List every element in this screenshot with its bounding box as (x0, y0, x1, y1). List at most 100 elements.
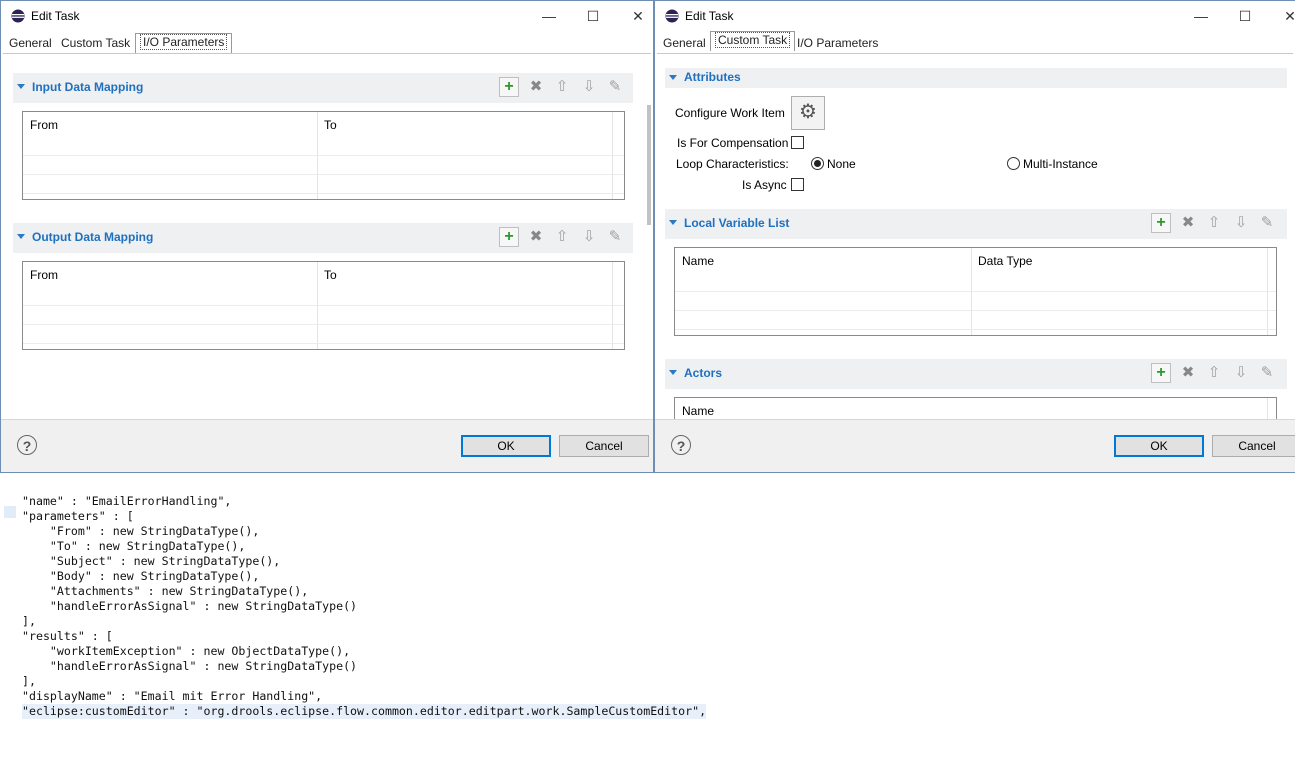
tab-custom-task[interactable]: Custom Task (57, 35, 134, 52)
code-line: "results" : [ (22, 629, 113, 643)
move-down-icon[interactable]: ⇩ (1231, 213, 1251, 233)
vertical-scrollbar[interactable] (647, 105, 651, 225)
code-snippet[interactable]: "name" : "EmailErrorHandling", "parameter… (22, 494, 707, 719)
move-up-icon[interactable]: ⇧ (552, 77, 572, 97)
line-marker (4, 506, 16, 518)
output-mapping-table[interactable]: From To (22, 261, 625, 350)
collapse-icon[interactable] (17, 234, 25, 239)
collapse-icon[interactable] (669, 220, 677, 225)
input-data-mapping-header[interactable]: Input Data Mapping + ✖ ⇧ ⇩ ✎ (13, 73, 633, 103)
cancel-button[interactable]: Cancel (1212, 435, 1295, 457)
output-data-mapping-section: Output Data Mapping + ✖ ⇧ ⇩ ✎ From To (13, 223, 633, 353)
tab-io-parameters[interactable]: I/O Parameters (793, 35, 882, 52)
add-icon[interactable]: + (1151, 363, 1171, 383)
move-up-icon[interactable]: ⇧ (1204, 363, 1224, 383)
tab-custom-task-label: Custom Task (715, 32, 791, 48)
code-line: ], (22, 614, 36, 628)
actors-section: Actors + ✖ ⇧ ⇩ ✎ Name (665, 359, 1287, 420)
tab-custom-task[interactable]: Custom Task (710, 31, 796, 51)
collapse-icon[interactable] (669, 370, 677, 375)
add-icon[interactable]: + (499, 227, 519, 247)
gears-icon[interactable]: ⚙ (791, 96, 825, 130)
column-header-data-type[interactable]: Data Type (978, 254, 1032, 268)
code-line: "From" : new StringDataType(), (22, 524, 260, 538)
section-title: Actors (684, 366, 723, 380)
remove-icon[interactable]: ✖ (526, 227, 546, 247)
edit-task-dialog-right: Edit Task — ☐ ✕ General Custom Task I/O … (654, 0, 1295, 473)
input-mapping-table[interactable]: From To (22, 111, 625, 200)
attributes-section: Attributes Configure Work Item ⚙ Is For … (665, 68, 1287, 208)
column-header-name[interactable]: Name (682, 254, 714, 268)
configure-work-item-label: Configure Work Item (675, 106, 785, 120)
column-header-to[interactable]: To (324, 118, 337, 132)
remove-icon[interactable]: ✖ (1178, 213, 1198, 233)
tab-general[interactable]: General (5, 35, 56, 52)
is-async-checkbox[interactable] (791, 178, 804, 191)
edit-icon[interactable]: ✎ (1257, 363, 1277, 383)
column-header-name[interactable]: Name (682, 404, 714, 418)
is-async-label: Is Async (742, 178, 787, 192)
cancel-button[interactable]: Cancel (559, 435, 649, 457)
loop-multi-instance-radio[interactable] (1007, 157, 1020, 170)
move-up-icon[interactable]: ⇧ (552, 227, 572, 247)
attributes-header[interactable]: Attributes (665, 68, 1287, 88)
maximize-button[interactable]: ☐ (1230, 5, 1260, 27)
ok-button[interactable]: OK (1114, 435, 1204, 457)
edit-icon[interactable]: ✎ (605, 77, 625, 97)
move-up-icon[interactable]: ⇧ (1204, 213, 1224, 233)
move-down-icon[interactable]: ⇩ (1231, 363, 1251, 383)
edit-icon[interactable]: ✎ (1257, 213, 1277, 233)
tab-io-parameters-label: I/O Parameters (140, 34, 228, 50)
input-data-mapping-section: Input Data Mapping + ✖ ⇧ ⇩ ✎ From To (13, 73, 633, 203)
code-line: "displayName" : "Email mit Error Handlin… (22, 689, 323, 703)
add-icon[interactable]: + (499, 77, 519, 97)
button-bar: ? OK Cancel (655, 419, 1295, 472)
tab-io-parameters[interactable]: I/O Parameters (135, 33, 233, 53)
collapse-icon[interactable] (17, 84, 25, 89)
eclipse-icon (665, 9, 679, 23)
title-bar: Edit Task — ☐ ✕ (655, 1, 1295, 31)
tab-general[interactable]: General (659, 35, 710, 52)
section-title: Input Data Mapping (32, 80, 144, 94)
local-variable-list-header[interactable]: Local Variable List + ✖ ⇧ ⇩ ✎ (665, 209, 1287, 239)
is-for-compensation-checkbox[interactable] (791, 136, 804, 149)
code-line: "Attachments" : new StringDataType(), (22, 584, 309, 598)
ok-button[interactable]: OK (461, 435, 551, 457)
actors-table[interactable]: Name (674, 397, 1277, 420)
close-button[interactable]: ✕ (1275, 5, 1295, 27)
loop-none-radio[interactable] (811, 157, 824, 170)
code-line: "name" : "EmailErrorHandling", (22, 494, 232, 508)
code-line: "Body" : new StringDataType(), (22, 569, 260, 583)
remove-icon[interactable]: ✖ (1178, 363, 1198, 383)
help-icon[interactable]: ? (671, 435, 691, 455)
help-icon[interactable]: ? (17, 435, 37, 455)
loop-multi-instance-label[interactable]: Multi-Instance (1023, 157, 1098, 171)
maximize-button[interactable]: ☐ (578, 5, 608, 27)
code-line: "To" : new StringDataType(), (22, 539, 246, 553)
column-header-to[interactable]: To (324, 268, 337, 282)
code-line: "workItemException" : new ObjectDataType… (22, 644, 351, 658)
move-down-icon[interactable]: ⇩ (579, 227, 599, 247)
minimize-button[interactable]: — (534, 5, 564, 27)
dialog-title: Edit Task (31, 9, 80, 23)
close-button[interactable]: ✕ (623, 5, 653, 27)
code-line-highlighted: "eclipse:customEditor" : "org.drools.ecl… (22, 704, 707, 719)
add-icon[interactable]: + (1151, 213, 1171, 233)
remove-icon[interactable]: ✖ (526, 77, 546, 97)
loop-none-label[interactable]: None (827, 157, 856, 171)
code-line: "parameters" : [ (22, 509, 134, 523)
collapse-icon[interactable] (669, 75, 677, 80)
is-for-compensation-label: Is For Compensation (677, 136, 789, 150)
move-down-icon[interactable]: ⇩ (579, 77, 599, 97)
column-header-from[interactable]: From (30, 118, 58, 132)
local-variable-list-section: Local Variable List + ✖ ⇧ ⇩ ✎ Name Data … (665, 209, 1287, 339)
actors-header[interactable]: Actors + ✖ ⇧ ⇩ ✎ (665, 359, 1287, 389)
dialog-title: Edit Task (685, 9, 734, 23)
code-line: ], (22, 674, 36, 688)
minimize-button[interactable]: — (1186, 5, 1216, 27)
output-data-mapping-header[interactable]: Output Data Mapping + ✖ ⇧ ⇩ ✎ (13, 223, 633, 253)
code-line: "handleErrorAsSignal" : new StringDataTy… (22, 659, 358, 673)
edit-icon[interactable]: ✎ (605, 227, 625, 247)
local-variable-table[interactable]: Name Data Type (674, 247, 1277, 336)
column-header-from[interactable]: From (30, 268, 58, 282)
